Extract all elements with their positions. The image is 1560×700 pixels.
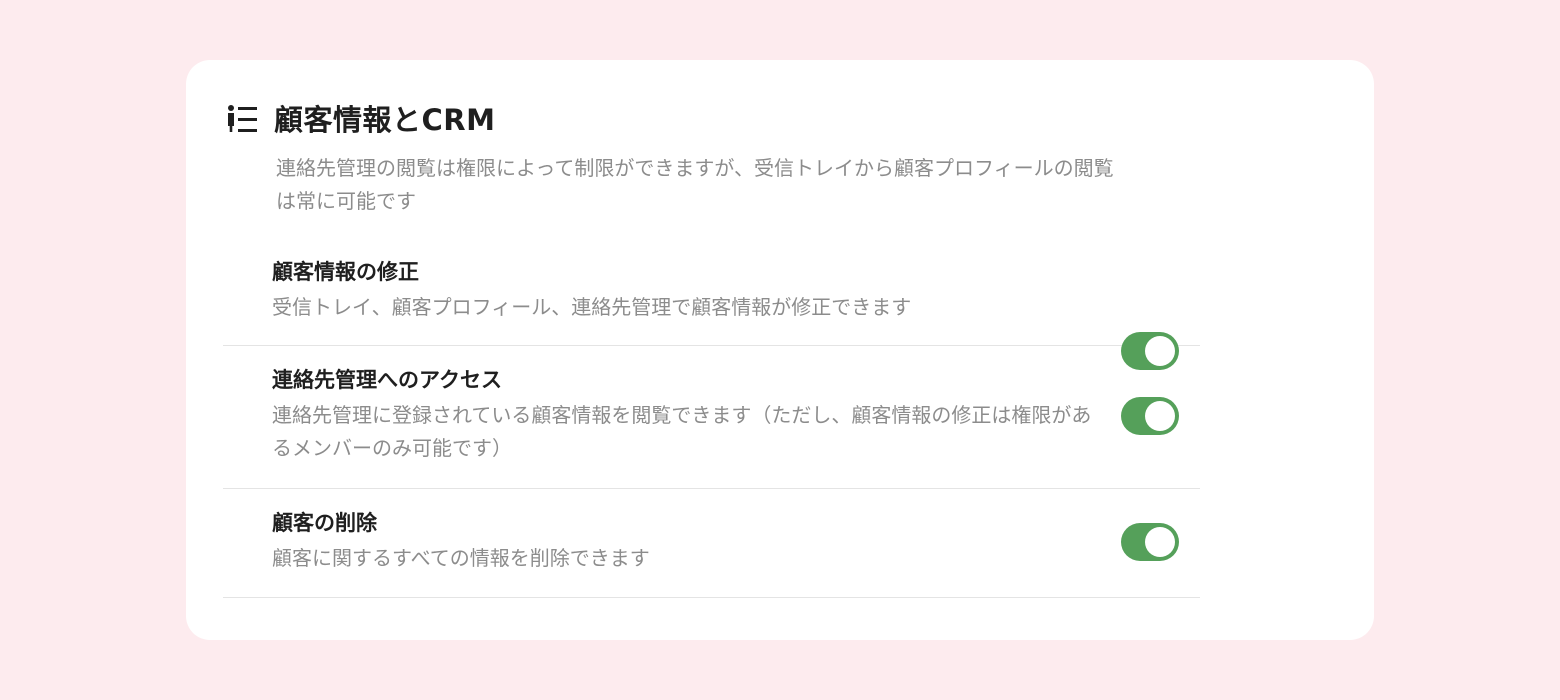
contact-access-toggle[interactable] (1121, 397, 1179, 435)
section-title: 顧客情報とCRM (274, 103, 496, 137)
setting-row-contact-access: 連絡先管理へのアクセス 連絡先管理に登録されている顧客情報を閲覧できます（ただし… (223, 346, 1200, 489)
section-description: 連絡先管理の閲覧は権限によって制限ができますが、受信トレイから顧客プロフィールの… (276, 156, 1114, 213)
setting-row-delete-customer: 顧客の削除 顧客に関するすべての情報を削除できます (223, 489, 1200, 598)
settings-card: 顧客情報とCRM 連絡先管理の閲覧は権限によって制限ができますが、受信トレイから… (186, 60, 1374, 640)
section-header: 顧客情報とCRM (226, 100, 495, 140)
setting-text: 顧客情報の修正 受信トレイ、顧客プロフィール、連絡先管理で顧客情報が修正できます (272, 256, 1102, 324)
setting-title: 顧客情報の修正 (272, 260, 419, 284)
person-list-icon (228, 105, 257, 132)
setting-row-edit-customer: 顧客情報の修正 受信トレイ、顧客プロフィール、連絡先管理で顧客情報が修正できます (223, 238, 1200, 370)
setting-description: 受信トレイ、顧客プロフィール、連絡先管理で顧客情報が修正できます (272, 295, 912, 319)
setting-description: 顧客に関するすべての情報を削除できます (272, 546, 650, 570)
settings-list: 顧客情報の修正 受信トレイ、顧客プロフィール、連絡先管理で顧客情報が修正できます… (223, 238, 1200, 598)
setting-text: 顧客の削除 顧客に関するすべての情報を削除できます (272, 507, 1102, 575)
setting-title: 連絡先管理へのアクセス (272, 368, 502, 392)
setting-title: 顧客の削除 (272, 511, 377, 535)
setting-description: 連絡先管理に登録されている顧客情報を閲覧できます（ただし、顧客情報の修正は権限が… (272, 403, 1092, 460)
toggle-knob (1145, 401, 1175, 431)
delete-customer-toggle[interactable] (1121, 523, 1179, 561)
toggle-knob (1145, 527, 1175, 557)
setting-text: 連絡先管理へのアクセス 連絡先管理に登録されている顧客情報を閲覧できます（ただし… (272, 364, 1102, 465)
